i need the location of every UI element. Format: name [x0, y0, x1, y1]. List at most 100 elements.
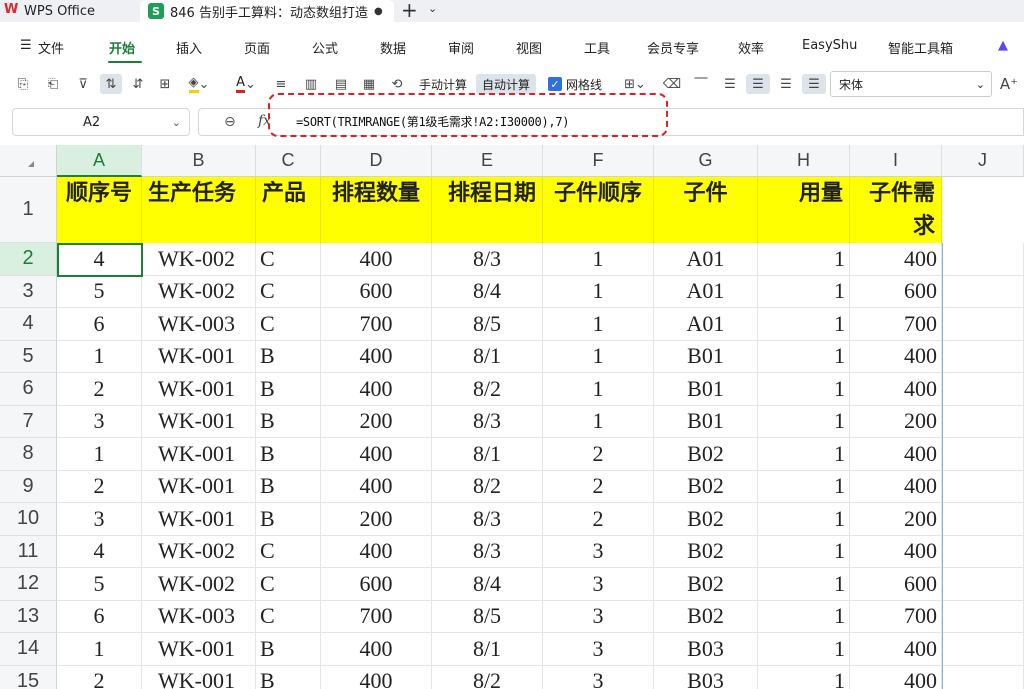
justify-icon[interactable]: ☰ — [802, 74, 826, 94]
font-color-icon[interactable]: A ⌄ — [230, 74, 262, 94]
menu-home[interactable]: 开始 — [109, 38, 135, 58]
row-header[interactable]: 2 — [0, 243, 57, 276]
row-header[interactable]: 10 — [0, 503, 57, 536]
table-cell[interactable]: 1 — [758, 275, 850, 308]
table-cell[interactable]: B — [256, 665, 321, 689]
table-cell[interactable]: 2 — [57, 665, 142, 689]
table-cell[interactable]: B — [256, 340, 321, 373]
table-cell[interactable] — [942, 633, 1024, 666]
table-cell[interactable]: 3 — [543, 568, 654, 601]
row-header[interactable]: 5 — [0, 340, 57, 373]
table-cell[interactable]: B02 — [654, 600, 758, 633]
header-cell[interactable]: 产品 — [256, 177, 321, 243]
align-top-icon[interactable]: ⎺ — [692, 74, 710, 94]
table-cell[interactable]: 8/5 — [432, 600, 543, 633]
table-cell[interactable]: C — [256, 535, 321, 568]
document-tab[interactable]: S 846 告别手工算料：动态数组打造 ● — [140, 0, 394, 22]
table-cell[interactable]: 3 — [543, 535, 654, 568]
table-cell[interactable] — [942, 308, 1024, 341]
table-cell[interactable]: 700 — [850, 600, 942, 633]
table-cell[interactable]: 8/3 — [432, 535, 543, 568]
table-cell[interactable]: 2 — [543, 503, 654, 536]
table-cell[interactable]: 1 — [543, 308, 654, 341]
row-header[interactable]: 4 — [0, 308, 57, 341]
table-cell[interactable]: C — [256, 275, 321, 308]
table-cell[interactable]: 3 — [57, 405, 142, 438]
table-cell[interactable]: B — [256, 405, 321, 438]
table-cell[interactable]: 1 — [543, 340, 654, 373]
table-cell[interactable]: 200 — [321, 503, 432, 536]
auto-calc-button[interactable]: 自动计算 — [476, 74, 536, 94]
table-cell[interactable]: 8/1 — [432, 340, 543, 373]
table-cell[interactable]: 1 — [758, 470, 850, 503]
table-cell[interactable] — [942, 600, 1024, 633]
table-cell[interactable]: 1 — [543, 405, 654, 438]
table-cell[interactable] — [942, 405, 1024, 438]
table-cell[interactable]: 8/2 — [432, 665, 543, 689]
table-cell[interactable]: 2 — [57, 373, 142, 406]
paste-icon[interactable]: ⎘ — [14, 74, 32, 94]
table-cell[interactable]: WK-003 — [142, 308, 256, 341]
table-cell[interactable]: 3 — [543, 600, 654, 633]
table-cell[interactable]: 400 — [850, 470, 942, 503]
table-cell[interactable]: WK-001 — [142, 340, 256, 373]
table-cell[interactable]: 400 — [321, 633, 432, 666]
table-cell[interactable]: 8/3 — [432, 503, 543, 536]
table-cell[interactable]: B — [256, 633, 321, 666]
table-cell[interactable]: WK-001 — [142, 405, 256, 438]
table-cell[interactable]: 1 — [758, 438, 850, 471]
table-cell[interactable]: B01 — [654, 340, 758, 373]
table-cell[interactable]: C — [256, 243, 321, 276]
table-cell[interactable]: 400 — [850, 373, 942, 406]
wrap-text-icon[interactable]: ≡ — [272, 74, 290, 94]
table-cell[interactable]: WK-001 — [142, 373, 256, 406]
row-header[interactable]: 11 — [0, 535, 57, 568]
table-cell[interactable]: 400 — [321, 373, 432, 406]
table-cell[interactable]: B — [256, 470, 321, 503]
table-cell[interactable]: 600 — [321, 568, 432, 601]
column-header-e[interactable]: E — [432, 145, 543, 177]
increase-font-icon[interactable]: A⁺ — [998, 74, 1020, 94]
format-painter-icon[interactable]: ⎗ — [44, 74, 62, 94]
table-cell[interactable]: 3 — [57, 503, 142, 536]
row-header[interactable]: 13 — [0, 600, 57, 633]
table-cell[interactable]: 1 — [57, 340, 142, 373]
table-cell[interactable]: 200 — [850, 503, 942, 536]
header-cell[interactable]: 顺序号 — [57, 177, 142, 243]
table-cell[interactable]: A01 — [654, 308, 758, 341]
table-cell[interactable]: C — [256, 568, 321, 601]
table-cell[interactable] — [942, 535, 1024, 568]
column-header-h[interactable]: H — [758, 145, 850, 177]
row-header[interactable]: 7 — [0, 405, 57, 438]
table-cell[interactable]: WK-002 — [142, 535, 256, 568]
table-cell[interactable]: 700 — [321, 600, 432, 633]
row-header[interactable]: 9 — [0, 470, 57, 503]
table-cell[interactable]: 600 — [850, 275, 942, 308]
menu-file[interactable]: 文件 — [38, 38, 64, 58]
table-cell[interactable] — [942, 665, 1024, 689]
menu-view[interactable]: 视图 — [516, 38, 542, 58]
table-cell[interactable]: 400 — [321, 535, 432, 568]
table-cell[interactable]: 3 — [543, 633, 654, 666]
table-cell[interactable] — [942, 470, 1024, 503]
ai-logo-icon[interactable]: ▲ — [998, 38, 1008, 58]
column-header-f[interactable]: F — [543, 145, 654, 177]
menu-easyshu[interactable]: EasyShu — [802, 38, 857, 58]
menu-data[interactable]: 数据 — [380, 38, 406, 58]
unsaved-dot-icon[interactable]: ● — [374, 6, 383, 17]
table-cell[interactable]: 700 — [850, 308, 942, 341]
table-cell[interactable]: A01 — [654, 243, 758, 276]
table-cell[interactable]: B02 — [654, 503, 758, 536]
table-cell[interactable]: B02 — [654, 470, 758, 503]
table-cell[interactable]: 2 — [57, 470, 142, 503]
table-cell[interactable]: B03 — [654, 665, 758, 689]
table-cell[interactable]: 6 — [57, 600, 142, 633]
zoom-formula-icon[interactable]: ⊖ — [224, 114, 236, 130]
header-cell[interactable]: 排程日期 — [432, 177, 543, 243]
sort-descending-icon[interactable]: ⇵ — [128, 74, 148, 94]
table-cell[interactable] — [942, 243, 1024, 276]
table-cell[interactable]: 1 — [57, 633, 142, 666]
table-cell[interactable]: 6 — [57, 308, 142, 341]
row-header[interactable]: 12 — [0, 568, 57, 601]
column-header-j[interactable]: J — [942, 145, 1024, 177]
